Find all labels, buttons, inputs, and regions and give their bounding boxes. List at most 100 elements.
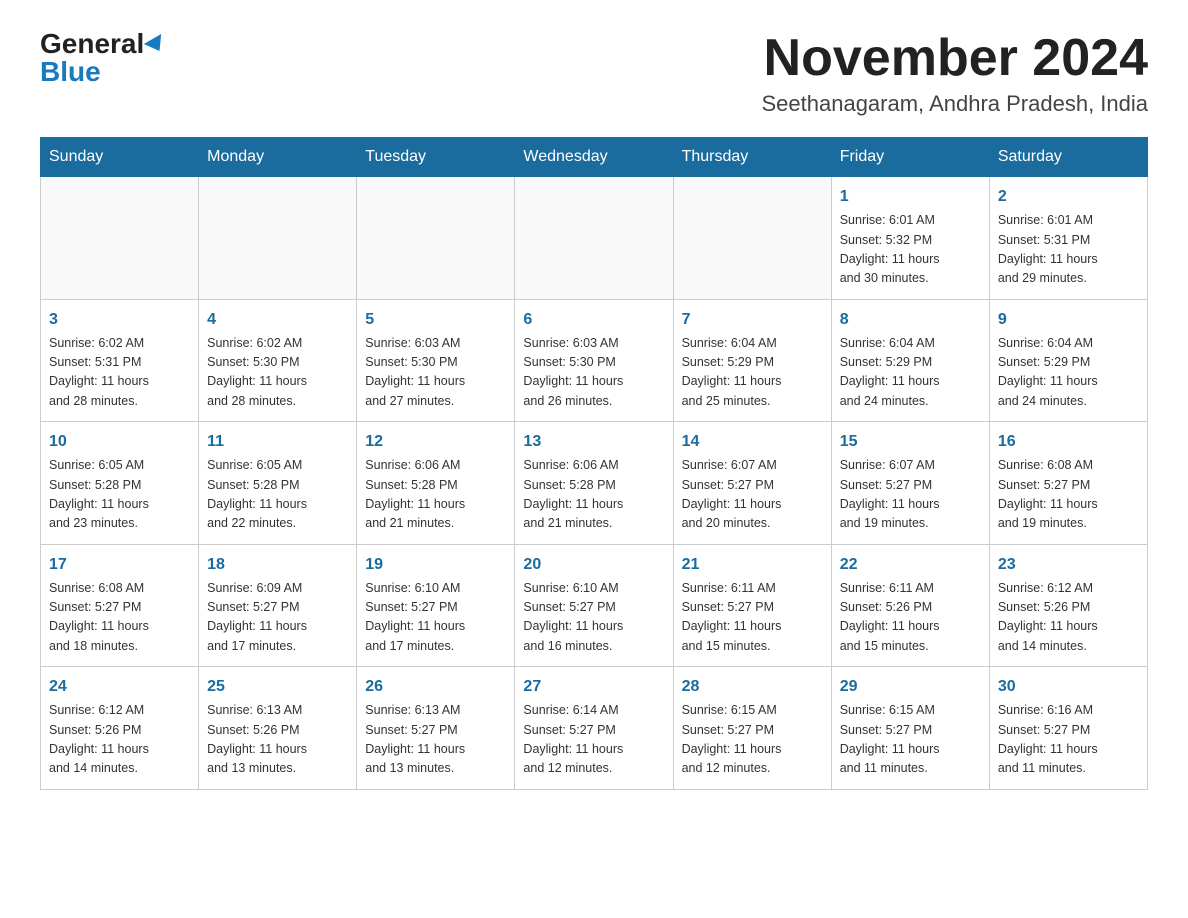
day-info: Sunrise: 6:12 AMSunset: 5:26 PMDaylight:… (49, 701, 190, 779)
calendar-week-row: 10Sunrise: 6:05 AMSunset: 5:28 PMDayligh… (41, 422, 1148, 545)
calendar-cell (673, 177, 831, 300)
day-number: 9 (998, 308, 1139, 332)
day-number: 18 (207, 553, 348, 577)
calendar-cell (357, 177, 515, 300)
day-info: Sunrise: 6:14 AMSunset: 5:27 PMDaylight:… (523, 701, 664, 779)
calendar-cell: 11Sunrise: 6:05 AMSunset: 5:28 PMDayligh… (199, 422, 357, 545)
weekday-header-monday: Monday (199, 138, 357, 177)
day-number: 29 (840, 675, 981, 699)
weekday-header-sunday: Sunday (41, 138, 199, 177)
logo-general-text: General (40, 28, 144, 59)
day-info: Sunrise: 6:03 AMSunset: 5:30 PMDaylight:… (365, 334, 506, 412)
day-number: 26 (365, 675, 506, 699)
day-info: Sunrise: 6:07 AMSunset: 5:27 PMDaylight:… (682, 456, 823, 534)
weekday-header-saturday: Saturday (989, 138, 1147, 177)
day-number: 28 (682, 675, 823, 699)
calendar-week-row: 1Sunrise: 6:01 AMSunset: 5:32 PMDaylight… (41, 177, 1148, 300)
day-info: Sunrise: 6:04 AMSunset: 5:29 PMDaylight:… (682, 334, 823, 412)
calendar-cell: 13Sunrise: 6:06 AMSunset: 5:28 PMDayligh… (515, 422, 673, 545)
calendar-cell: 19Sunrise: 6:10 AMSunset: 5:27 PMDayligh… (357, 544, 515, 667)
day-info: Sunrise: 6:05 AMSunset: 5:28 PMDaylight:… (207, 456, 348, 534)
day-info: Sunrise: 6:13 AMSunset: 5:26 PMDaylight:… (207, 701, 348, 779)
calendar-cell: 21Sunrise: 6:11 AMSunset: 5:27 PMDayligh… (673, 544, 831, 667)
calendar-cell: 4Sunrise: 6:02 AMSunset: 5:30 PMDaylight… (199, 299, 357, 422)
calendar-cell: 2Sunrise: 6:01 AMSunset: 5:31 PMDaylight… (989, 177, 1147, 300)
calendar-cell: 26Sunrise: 6:13 AMSunset: 5:27 PMDayligh… (357, 667, 515, 790)
day-number: 22 (840, 553, 981, 577)
calendar-cell: 15Sunrise: 6:07 AMSunset: 5:27 PMDayligh… (831, 422, 989, 545)
calendar-cell (515, 177, 673, 300)
day-number: 16 (998, 430, 1139, 454)
logo: General Blue (40, 30, 166, 86)
day-number: 27 (523, 675, 664, 699)
day-number: 19 (365, 553, 506, 577)
calendar-cell: 14Sunrise: 6:07 AMSunset: 5:27 PMDayligh… (673, 422, 831, 545)
day-number: 21 (682, 553, 823, 577)
calendar-week-row: 24Sunrise: 6:12 AMSunset: 5:26 PMDayligh… (41, 667, 1148, 790)
day-info: Sunrise: 6:06 AMSunset: 5:28 PMDaylight:… (365, 456, 506, 534)
calendar-cell: 12Sunrise: 6:06 AMSunset: 5:28 PMDayligh… (357, 422, 515, 545)
day-info: Sunrise: 6:05 AMSunset: 5:28 PMDaylight:… (49, 456, 190, 534)
calendar-week-row: 17Sunrise: 6:08 AMSunset: 5:27 PMDayligh… (41, 544, 1148, 667)
calendar-cell (199, 177, 357, 300)
day-info: Sunrise: 6:04 AMSunset: 5:29 PMDaylight:… (840, 334, 981, 412)
day-info: Sunrise: 6:13 AMSunset: 5:27 PMDaylight:… (365, 701, 506, 779)
page-header: General Blue November 2024 Seethanagaram… (40, 30, 1148, 117)
day-info: Sunrise: 6:12 AMSunset: 5:26 PMDaylight:… (998, 579, 1139, 657)
day-info: Sunrise: 6:02 AMSunset: 5:30 PMDaylight:… (207, 334, 348, 412)
day-info: Sunrise: 6:11 AMSunset: 5:27 PMDaylight:… (682, 579, 823, 657)
weekday-header-wednesday: Wednesday (515, 138, 673, 177)
day-info: Sunrise: 6:01 AMSunset: 5:32 PMDaylight:… (840, 211, 981, 289)
month-title: November 2024 (762, 30, 1149, 87)
day-number: 12 (365, 430, 506, 454)
calendar-cell: 5Sunrise: 6:03 AMSunset: 5:30 PMDaylight… (357, 299, 515, 422)
day-info: Sunrise: 6:10 AMSunset: 5:27 PMDaylight:… (365, 579, 506, 657)
weekday-header-friday: Friday (831, 138, 989, 177)
day-info: Sunrise: 6:01 AMSunset: 5:31 PMDaylight:… (998, 211, 1139, 289)
day-number: 7 (682, 308, 823, 332)
day-number: 17 (49, 553, 190, 577)
calendar-week-row: 3Sunrise: 6:02 AMSunset: 5:31 PMDaylight… (41, 299, 1148, 422)
day-info: Sunrise: 6:04 AMSunset: 5:29 PMDaylight:… (998, 334, 1139, 412)
calendar-cell: 3Sunrise: 6:02 AMSunset: 5:31 PMDaylight… (41, 299, 199, 422)
day-info: Sunrise: 6:08 AMSunset: 5:27 PMDaylight:… (998, 456, 1139, 534)
calendar-cell: 27Sunrise: 6:14 AMSunset: 5:27 PMDayligh… (515, 667, 673, 790)
day-number: 14 (682, 430, 823, 454)
day-info: Sunrise: 6:08 AMSunset: 5:27 PMDaylight:… (49, 579, 190, 657)
calendar-cell: 28Sunrise: 6:15 AMSunset: 5:27 PMDayligh… (673, 667, 831, 790)
day-number: 15 (840, 430, 981, 454)
day-info: Sunrise: 6:15 AMSunset: 5:27 PMDaylight:… (682, 701, 823, 779)
logo-top-line: General (40, 30, 166, 58)
day-number: 3 (49, 308, 190, 332)
calendar-cell: 8Sunrise: 6:04 AMSunset: 5:29 PMDaylight… (831, 299, 989, 422)
calendar-cell: 16Sunrise: 6:08 AMSunset: 5:27 PMDayligh… (989, 422, 1147, 545)
calendar-cell: 1Sunrise: 6:01 AMSunset: 5:32 PMDaylight… (831, 177, 989, 300)
day-info: Sunrise: 6:15 AMSunset: 5:27 PMDaylight:… (840, 701, 981, 779)
calendar-cell: 25Sunrise: 6:13 AMSunset: 5:26 PMDayligh… (199, 667, 357, 790)
logo-blue-text: Blue (40, 56, 101, 87)
day-number: 10 (49, 430, 190, 454)
day-number: 11 (207, 430, 348, 454)
day-number: 6 (523, 308, 664, 332)
day-number: 30 (998, 675, 1139, 699)
calendar-cell: 24Sunrise: 6:12 AMSunset: 5:26 PMDayligh… (41, 667, 199, 790)
calendar-cell: 9Sunrise: 6:04 AMSunset: 5:29 PMDaylight… (989, 299, 1147, 422)
day-number: 13 (523, 430, 664, 454)
calendar-cell: 22Sunrise: 6:11 AMSunset: 5:26 PMDayligh… (831, 544, 989, 667)
day-number: 5 (365, 308, 506, 332)
day-number: 20 (523, 553, 664, 577)
day-number: 2 (998, 185, 1139, 209)
day-info: Sunrise: 6:10 AMSunset: 5:27 PMDaylight:… (523, 579, 664, 657)
calendar-cell: 18Sunrise: 6:09 AMSunset: 5:27 PMDayligh… (199, 544, 357, 667)
day-info: Sunrise: 6:06 AMSunset: 5:28 PMDaylight:… (523, 456, 664, 534)
title-area: November 2024 Seethanagaram, Andhra Prad… (762, 30, 1149, 117)
calendar-table: SundayMondayTuesdayWednesdayThursdayFrid… (40, 137, 1148, 790)
day-number: 4 (207, 308, 348, 332)
calendar-cell: 29Sunrise: 6:15 AMSunset: 5:27 PMDayligh… (831, 667, 989, 790)
day-info: Sunrise: 6:09 AMSunset: 5:27 PMDaylight:… (207, 579, 348, 657)
day-info: Sunrise: 6:16 AMSunset: 5:27 PMDaylight:… (998, 701, 1139, 779)
weekday-header-tuesday: Tuesday (357, 138, 515, 177)
day-number: 1 (840, 185, 981, 209)
calendar-cell: 6Sunrise: 6:03 AMSunset: 5:30 PMDaylight… (515, 299, 673, 422)
day-number: 8 (840, 308, 981, 332)
